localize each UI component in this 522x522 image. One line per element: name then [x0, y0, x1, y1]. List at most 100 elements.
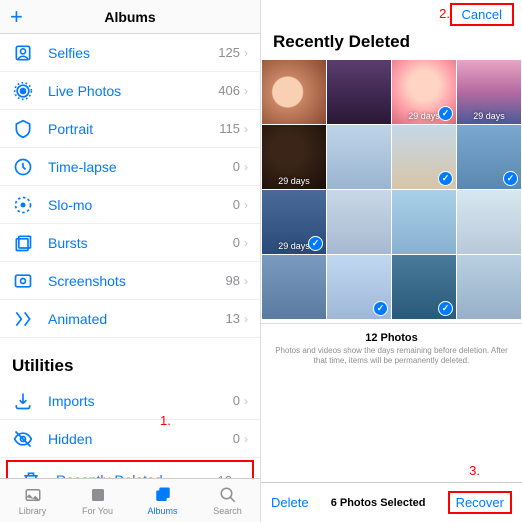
row-label: Time-lapse [48, 159, 233, 175]
row-count: 0 [233, 393, 240, 408]
rd-header: 2. Cancel [261, 0, 522, 28]
chevron-right-icon: › [244, 394, 248, 408]
tab-search[interactable]: Search [195, 479, 260, 522]
delete-button[interactable]: Delete [271, 495, 309, 510]
photo-thumbnail[interactable]: 29 days [392, 60, 456, 124]
album-row-slo-mo[interactable]: Slo-mo0 › [0, 186, 260, 224]
annotation-2: 2. [439, 6, 450, 21]
photo-thumbnail[interactable] [457, 190, 521, 254]
portrait-icon [12, 118, 34, 140]
days-remaining: 29 days [457, 111, 521, 121]
photo-thumbnail[interactable] [262, 60, 326, 124]
photo-thumbnail[interactable] [327, 125, 391, 189]
row-count: 98 [226, 273, 240, 288]
row-label: Portrait [48, 121, 219, 137]
cancel-button[interactable]: Cancel [450, 3, 514, 26]
checkmark-icon [438, 171, 453, 186]
chevron-right-icon: › [244, 236, 248, 250]
caption-subtitle: Photos and videos show the days remainin… [275, 346, 508, 367]
hidden-icon [12, 428, 34, 450]
slomo-icon [12, 194, 34, 216]
row-count: 0 [233, 197, 240, 212]
photo-thumbnail[interactable] [327, 60, 391, 124]
chevron-right-icon: › [244, 432, 248, 446]
checkmark-icon [438, 106, 453, 121]
row-label: Imports [48, 393, 233, 409]
album-row-portrait[interactable]: Portrait115 › [0, 110, 260, 148]
tab-for-you[interactable]: For You [65, 479, 130, 522]
selected-count: 6 Photos Selected [331, 497, 426, 509]
tab-library[interactable]: Library [0, 479, 65, 522]
checkmark-icon [308, 236, 323, 251]
photo-thumbnail[interactable] [392, 190, 456, 254]
album-row-live-photos[interactable]: Live Photos406 › [0, 72, 260, 110]
tab-bar: Library For You Albums Search [0, 478, 260, 522]
row-count: 406 [218, 83, 240, 98]
caption: 12 Photos Photos and videos show the day… [261, 323, 522, 375]
chevron-right-icon: › [244, 122, 248, 136]
albums-pane: + Albums Selfies125›Live Photos406›Portr… [0, 0, 261, 522]
row-label: Screenshots [48, 273, 226, 289]
tab-albums-label: Albums [147, 506, 177, 516]
selfies-icon [12, 42, 34, 64]
chevron-right-icon: › [244, 312, 248, 326]
tab-albums[interactable]: Albums [130, 479, 195, 522]
row-count: 0 [233, 159, 240, 174]
album-row-bursts[interactable]: Bursts0 › [0, 224, 260, 262]
album-row-imports[interactable]: Imports0 › [0, 382, 260, 420]
imports-icon [12, 390, 34, 412]
photo-thumbnail[interactable] [327, 190, 391, 254]
chevron-right-icon: › [244, 198, 248, 212]
recover-button[interactable]: Recover [448, 491, 512, 514]
row-count: 0 [233, 235, 240, 250]
photo-thumbnail[interactable]: 29 days [262, 190, 326, 254]
tab-library-label: Library [19, 506, 47, 516]
photo-thumbnail[interactable] [262, 255, 326, 319]
album-row-animated[interactable]: Animated13 › [0, 300, 260, 338]
days-remaining: 29 days [262, 176, 326, 186]
screenshots-icon [12, 270, 34, 292]
chevron-right-icon: › [244, 84, 248, 98]
row-count: 13 [226, 311, 240, 326]
animated-icon [12, 308, 34, 330]
row-label: Selfies [48, 45, 218, 61]
row-label: Animated [48, 311, 226, 327]
albums-title: Albums [104, 9, 155, 25]
album-row-selfies[interactable]: Selfies125 › [0, 34, 260, 72]
album-row-time-lapse[interactable]: Time-lapse0 › [0, 148, 260, 186]
timelapse-icon [12, 156, 34, 178]
photo-thumbnail[interactable]: 29 days [457, 60, 521, 124]
toolbar: Delete 6 Photos Selected Recover [261, 482, 522, 522]
checkmark-icon [503, 171, 518, 186]
row-label: Slo-mo [48, 197, 233, 213]
checkmark-icon [438, 301, 453, 316]
album-row-hidden[interactable]: Hidden0› [0, 420, 260, 458]
chevron-right-icon: › [244, 274, 248, 288]
row-label: Live Photos [48, 83, 218, 99]
chevron-right-icon: › [244, 46, 248, 60]
photo-thumbnail[interactable]: 29 days [262, 125, 326, 189]
tab-search-label: Search [213, 506, 242, 516]
recently-deleted-pane: 2. Cancel Recently Deleted 29 days29 day… [261, 0, 522, 522]
photo-thumbnail[interactable] [392, 125, 456, 189]
albums-header: + Albums [0, 0, 260, 34]
chevron-right-icon: › [244, 160, 248, 174]
row-count: 125 [218, 45, 240, 60]
live-icon [12, 80, 34, 102]
row-label: Bursts [48, 235, 233, 251]
caption-title: 12 Photos [275, 332, 508, 344]
annotation-3: 3. [469, 463, 480, 478]
row-count: 115 [219, 121, 240, 136]
photo-grid: 29 days29 days29 days29 days [261, 60, 522, 319]
recently-deleted-title: Recently Deleted [261, 28, 522, 60]
photo-thumbnail[interactable] [457, 125, 521, 189]
utilities-section-title: Utilities [0, 338, 260, 382]
add-album-button[interactable]: + [10, 4, 23, 30]
photo-thumbnail[interactable] [392, 255, 456, 319]
row-count: 0 [233, 431, 240, 446]
checkmark-icon [373, 301, 388, 316]
photo-thumbnail[interactable] [457, 255, 521, 319]
album-row-screenshots[interactable]: Screenshots98 › [0, 262, 260, 300]
bursts-icon [12, 232, 34, 254]
photo-thumbnail[interactable] [327, 255, 391, 319]
